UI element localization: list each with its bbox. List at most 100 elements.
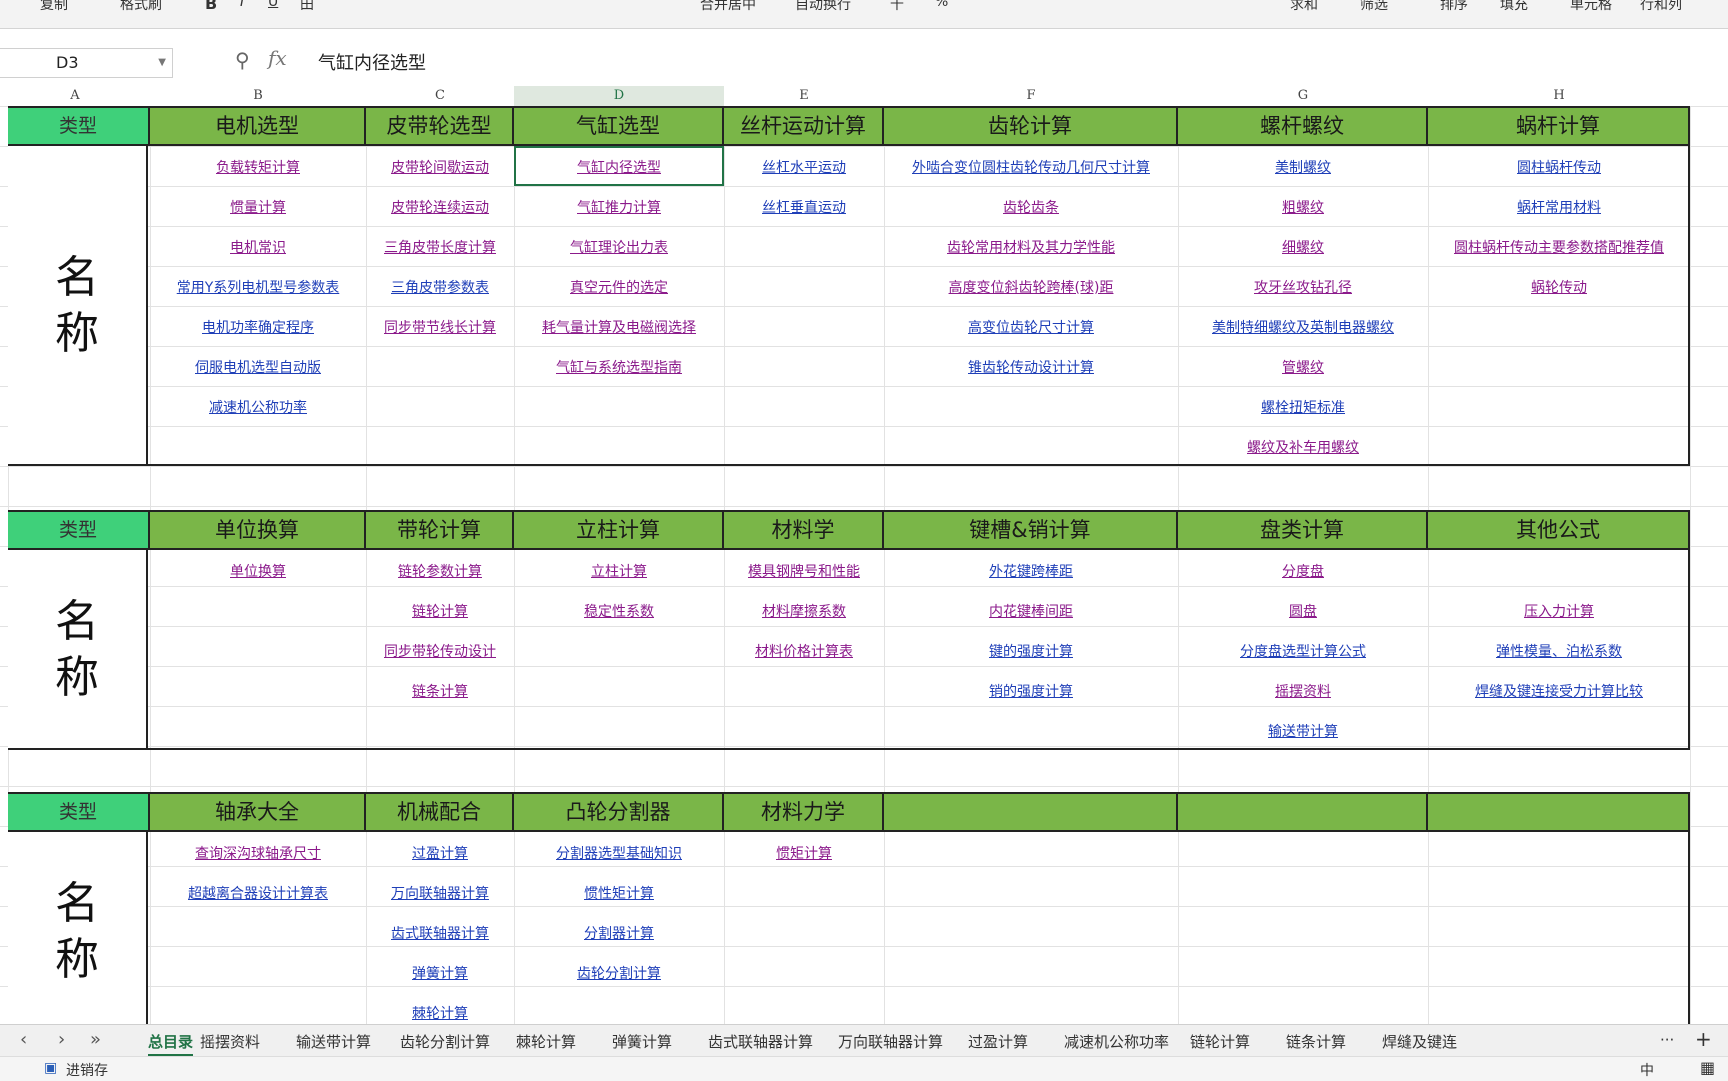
type-header[interactable]: 类型 bbox=[8, 510, 150, 550]
column-header-f[interactable]: F bbox=[884, 86, 1178, 106]
sheet-link[interactable]: 齿轮常用材料及其力学性能 bbox=[884, 237, 1178, 257]
sheet-link[interactable]: 同步带轮传动设计 bbox=[366, 641, 514, 661]
sheet-link[interactable]: 材料摩擦系数 bbox=[724, 601, 884, 621]
sheet-link[interactable]: 三角皮带长度计算 bbox=[366, 237, 514, 257]
sheet-link[interactable]: 稳定性系数 bbox=[514, 601, 724, 621]
sheet-link[interactable]: 管螺纹 bbox=[1178, 357, 1428, 377]
category-header[interactable]: 凸轮分割器 bbox=[514, 792, 724, 832]
sheet-link[interactable]: 链条计算 bbox=[366, 681, 514, 701]
copy-button[interactable]: 复制 bbox=[40, 0, 68, 14]
sheet-link[interactable]: 摇摆资料 bbox=[1178, 681, 1428, 701]
sheet-tab[interactable]: 齿轮分割计算 bbox=[400, 1031, 490, 1052]
sheet-link[interactable]: 皮带轮连续运动 bbox=[366, 197, 514, 217]
sheet-tab[interactable]: 弹簧计算 bbox=[612, 1031, 672, 1052]
grid-view-icon[interactable]: ▦ bbox=[1700, 1058, 1715, 1077]
sheet-link[interactable]: 单位换算 bbox=[150, 561, 366, 581]
chevron-down-icon[interactable]: ▼ bbox=[158, 49, 166, 77]
sheet-tab[interactable]: 焊缝及键连 bbox=[1382, 1031, 1457, 1052]
sheet-link[interactable]: 高变位齿轮尺寸计算 bbox=[884, 317, 1178, 337]
sheet-link[interactable]: 丝杠水平运动 bbox=[724, 157, 884, 177]
sheet-link[interactable]: 齿式联轴器计算 bbox=[366, 923, 514, 943]
sheet-link[interactable]: 内花键棒间距 bbox=[884, 601, 1178, 621]
sheet-link[interactable]: 圆柱蜗杆传动 bbox=[1428, 157, 1690, 177]
sheet-link[interactable]: 分割器选型基础知识 bbox=[514, 843, 724, 863]
add-sheet-icon[interactable]: + bbox=[1695, 1027, 1712, 1051]
border-button[interactable]: 田 bbox=[300, 0, 314, 14]
name-label[interactable]: 名称 bbox=[8, 832, 148, 1024]
name-box[interactable]: D3 ▼ bbox=[0, 48, 173, 78]
sheet-link[interactable]: 压入力计算 bbox=[1428, 601, 1690, 621]
sheet-link[interactable]: 圆柱蜗杆传动主要参数搭配推荐值 bbox=[1428, 237, 1690, 257]
sheet-link[interactable]: 惯量计算 bbox=[150, 197, 366, 217]
sheet-link[interactable]: 螺栓扭矩标准 bbox=[1178, 397, 1428, 417]
sheet-link[interactable]: 电机功率确定程序 bbox=[150, 317, 366, 337]
sheet-link[interactable]: 同步带节线长计算 bbox=[366, 317, 514, 337]
column-header-e[interactable]: E bbox=[724, 86, 884, 106]
next-sheet-icon[interactable]: › bbox=[58, 1029, 65, 1050]
ime-indicator[interactable]: 中 bbox=[1640, 1060, 1654, 1080]
italic-button[interactable]: I bbox=[240, 0, 244, 10]
sheet-link[interactable]: 链轮参数计算 bbox=[366, 561, 514, 581]
category-header[interactable]: 丝杆运动计算 bbox=[724, 106, 884, 146]
sheet-link[interactable]: 万向联轴器计算 bbox=[366, 883, 514, 903]
category-header[interactable]: 键槽&销计算 bbox=[884, 510, 1178, 550]
column-header-c[interactable]: C bbox=[366, 86, 514, 106]
sheet-link[interactable]: 齿轮分割计算 bbox=[514, 963, 724, 983]
type-header[interactable]: 类型 bbox=[8, 792, 150, 832]
sheet-tab[interactable]: 链轮计算 bbox=[1190, 1031, 1250, 1052]
sheet-link[interactable]: 弹簧计算 bbox=[366, 963, 514, 983]
first-sheet-icon[interactable]: ‹ bbox=[20, 1029, 27, 1050]
category-header[interactable]: 轴承大全 bbox=[150, 792, 366, 832]
category-header[interactable]: 电机选型 bbox=[150, 106, 366, 146]
row-col-button[interactable]: 行和列 bbox=[1640, 0, 1682, 14]
sheet-link[interactable]: 三角皮带参数表 bbox=[366, 277, 514, 297]
category-header[interactable]: 材料学 bbox=[724, 510, 884, 550]
sheet-tab[interactable]: 链条计算 bbox=[1286, 1031, 1346, 1052]
sheet-link[interactable]: 减速机公称功率 bbox=[150, 397, 366, 417]
active-cell[interactable] bbox=[514, 146, 724, 186]
sheet-link[interactable]: 蜗轮传动 bbox=[1428, 277, 1690, 297]
sheet-link[interactable]: 键的强度计算 bbox=[884, 641, 1178, 661]
sheet-link[interactable]: 焊缝及键连接受力计算比较 bbox=[1428, 681, 1690, 701]
sheet-link[interactable]: 常用Y系列电机型号参数表 bbox=[150, 277, 366, 297]
save-icon[interactable]: ▣ bbox=[44, 1060, 57, 1076]
sum-button[interactable]: 求和 bbox=[1290, 0, 1318, 14]
sheet-link[interactable]: 气缸与系统选型指南 bbox=[514, 357, 724, 377]
sheet-tab[interactable]: 万向联轴器计算 bbox=[838, 1031, 943, 1052]
underline-button[interactable]: U bbox=[268, 0, 278, 10]
sheet-link[interactable]: 销的强度计算 bbox=[884, 681, 1178, 701]
column-header-b[interactable]: B bbox=[150, 86, 366, 106]
spreadsheet-grid[interactable]: 类型 电机选型 皮带轮选型 气缸选型 丝杆运动计算 齿轮计算 螺杆螺纹 蜗杆计算名称负载转矩计… bbox=[0, 106, 1728, 1024]
sheet-link[interactable]: 锥齿轮传动设计计算 bbox=[884, 357, 1178, 377]
category-header[interactable]: 立柱计算 bbox=[514, 510, 724, 550]
category-header[interactable] bbox=[1428, 792, 1690, 832]
column-header-a[interactable]: A bbox=[0, 86, 150, 106]
sheet-tab[interactable]: 摇摆资料 bbox=[200, 1031, 260, 1052]
category-header[interactable]: 单位换算 bbox=[150, 510, 366, 550]
category-header[interactable]: 材料力学 bbox=[724, 792, 884, 832]
function-icon[interactable]: fx bbox=[268, 46, 287, 70]
fill-button[interactable]: 填充 bbox=[1500, 0, 1528, 14]
sheet-link[interactable]: 细螺纹 bbox=[1178, 237, 1428, 257]
category-header[interactable]: 其他公式 bbox=[1428, 510, 1690, 550]
sheet-link[interactable]: 外花键跨棒距 bbox=[884, 561, 1178, 581]
sheet-link[interactable]: 负载转矩计算 bbox=[150, 157, 366, 177]
category-header[interactable]: 气缸选型 bbox=[514, 106, 724, 146]
bold-button[interactable]: B bbox=[205, 0, 217, 13]
sheet-link[interactable]: 粗螺纹 bbox=[1178, 197, 1428, 217]
category-header[interactable]: 齿轮计算 bbox=[884, 106, 1178, 146]
sheet-link[interactable]: 美制特细螺纹及英制电器螺纹 bbox=[1178, 317, 1428, 337]
sheet-link[interactable]: 螺纹及补车用螺纹 bbox=[1178, 437, 1428, 457]
sheet-link[interactable]: 齿轮齿条 bbox=[884, 197, 1178, 217]
category-header[interactable]: 机械配合 bbox=[366, 792, 514, 832]
sheet-link[interactable]: 伺服电机选型自动版 bbox=[150, 357, 366, 377]
more-tabs-icon[interactable]: ··· bbox=[1660, 1031, 1674, 1049]
sheet-link[interactable]: 分度盘选型计算公式 bbox=[1178, 641, 1428, 661]
sheet-link[interactable]: 模具钢牌号和性能 bbox=[724, 561, 884, 581]
sheet-link[interactable]: 弹性模量、泊松系数 bbox=[1428, 641, 1690, 661]
column-header-h[interactable]: H bbox=[1428, 86, 1690, 106]
sheet-link[interactable]: 惯矩计算 bbox=[724, 843, 884, 863]
sheet-link[interactable]: 超越离合器设计计算表 bbox=[150, 883, 366, 903]
format-painter-button[interactable]: 格式刷 bbox=[120, 0, 162, 14]
formula-input[interactable]: 气缸内径选型 bbox=[318, 49, 426, 75]
